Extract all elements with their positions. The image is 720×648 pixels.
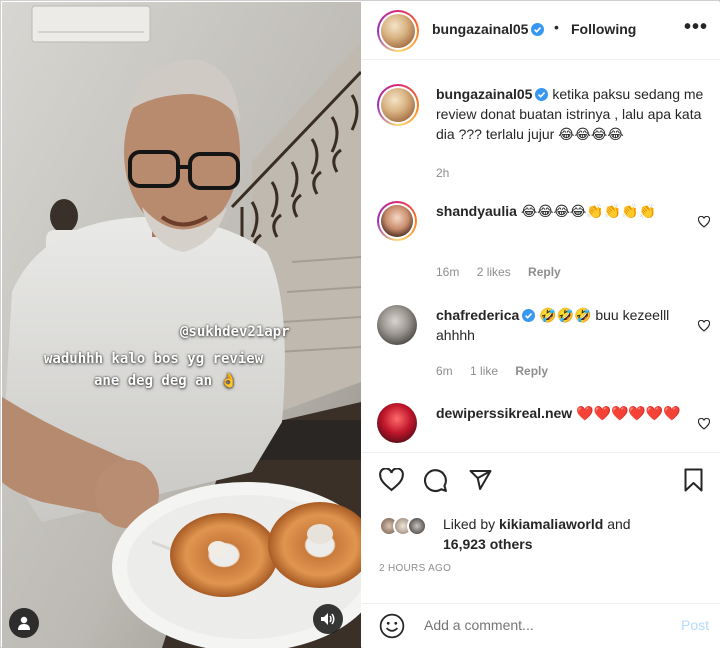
post-timestamp[interactable]: 2 HOURS AGO xyxy=(379,563,451,574)
caption-author-avatar[interactable] xyxy=(377,84,419,126)
comment-body: dewiperssikreal.new ❤️❤️❤️❤️❤️❤️ xyxy=(436,403,706,423)
comment-username[interactable]: shandyaulia xyxy=(436,203,517,219)
sound-icon xyxy=(321,613,335,625)
comment-meta: 16m 2 likes Reply xyxy=(436,265,575,279)
comment-like-heart-icon[interactable] xyxy=(698,418,710,430)
instagram-post-frame: @sukhdev21apr waduhhh kalo bos yg review… xyxy=(0,0,720,648)
commenter-avatar[interactable] xyxy=(377,403,417,443)
post-header: bungazainal05 • Following ••• xyxy=(362,2,720,60)
add-comment-bar: Post xyxy=(362,605,720,648)
mute-toggle-button[interactable] xyxy=(313,604,343,634)
post-video[interactable]: @sukhdev21apr waduhhh kalo bos yg review… xyxy=(2,2,361,648)
caption-time[interactable]: 2h xyxy=(436,166,449,180)
comment-body: chafrederica 🤣🤣🤣 buu kezeelll ahhhh xyxy=(436,305,706,345)
likes-middle: and xyxy=(603,516,631,532)
likes-prefix: Liked by xyxy=(443,516,500,532)
author-avatar[interactable] xyxy=(377,10,419,52)
post-side-panel: bungazainal05 • Following ••• bungazaina… xyxy=(362,2,720,648)
reply-button[interactable]: Reply xyxy=(515,364,548,378)
comment-input[interactable] xyxy=(424,617,654,633)
video-mention-overlay: @sukhdev21apr xyxy=(180,324,290,340)
video-caption-overlay-line2: ane deg deg an 👌 xyxy=(94,373,238,389)
comment-likes[interactable]: 1 like xyxy=(470,364,498,378)
smile-icon[interactable] xyxy=(379,613,405,639)
comment-like-heart-icon[interactable] xyxy=(698,320,710,332)
author-username-link[interactable]: bungazainal05 xyxy=(432,21,545,37)
verified-icon xyxy=(535,88,549,101)
bookmark-icon[interactable] xyxy=(683,468,704,492)
comment-time[interactable]: 16m xyxy=(436,265,459,279)
heart-icon[interactable] xyxy=(379,468,404,492)
post-actions: Liked by kikiamaliaworld and 16,923 other… xyxy=(362,454,720,604)
tagged-users-button[interactable] xyxy=(9,608,39,638)
likes-count-link[interactable]: 16,923 others xyxy=(443,536,533,552)
reply-button[interactable]: Reply xyxy=(528,265,561,279)
verified-icon xyxy=(522,309,536,322)
commenter-avatar[interactable] xyxy=(377,201,417,241)
separator-dot: • xyxy=(554,19,559,35)
video-caption-overlay-line1: waduhhh kalo bos yg review xyxy=(44,351,264,367)
verified-icon xyxy=(531,23,545,36)
caption-username[interactable]: bungazainal05 xyxy=(436,86,532,102)
comment-text: 😂😂😂😂👏👏👏👏 xyxy=(520,203,656,219)
caption-meta: 2h xyxy=(436,166,463,180)
share-icon[interactable] xyxy=(468,468,493,492)
user-icon xyxy=(18,616,30,630)
comment-body: shandyaulia 😂😂😂😂👏👏👏👏 xyxy=(436,201,706,221)
author-username: bungazainal05 xyxy=(432,21,529,37)
liker-avatar xyxy=(407,516,427,536)
following-button[interactable]: Following xyxy=(571,21,636,37)
comment-username[interactable]: chafrederica xyxy=(436,307,519,323)
comment-likes[interactable]: 2 likes xyxy=(477,265,511,279)
comment-time[interactable]: 6m xyxy=(436,364,453,378)
caption-body: bungazainal05 ketika paksu sedang me rev… xyxy=(436,84,706,144)
likes-text: Liked by kikiamaliaworld and 16,923 other… xyxy=(443,514,683,554)
comments-list[interactable]: bungazainal05 ketika paksu sedang me rev… xyxy=(362,61,720,453)
comment-like-heart-icon[interactable] xyxy=(698,216,710,228)
liked-by-user-link[interactable]: kikiamaliaworld xyxy=(499,516,603,532)
post-comment-button[interactable]: Post xyxy=(681,617,709,633)
comment-meta: 6m 1 like Reply xyxy=(436,364,562,378)
liker-avatars xyxy=(379,516,439,538)
comment-text: ❤️❤️❤️❤️❤️❤️ xyxy=(576,405,681,421)
more-options-icon[interactable]: ••• xyxy=(684,16,708,39)
comment-icon[interactable] xyxy=(423,468,448,493)
commenter-avatar[interactable] xyxy=(377,305,417,345)
comment-username[interactable]: dewiperssikreal.new xyxy=(436,405,572,421)
